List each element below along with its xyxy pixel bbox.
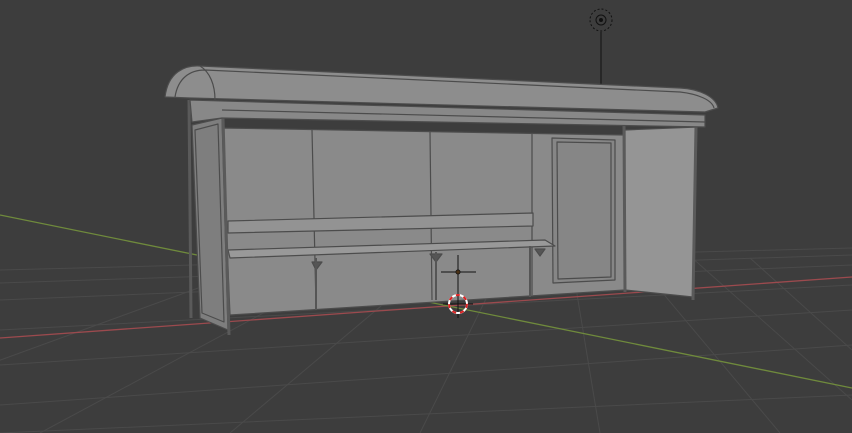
3d-viewport[interactable]	[0, 0, 852, 433]
door-panel	[551, 137, 616, 284]
bus-shelter-model[interactable]	[164, 65, 719, 336]
viewport-canvas[interactable]	[0, 0, 852, 433]
light-object-icon[interactable]	[589, 8, 613, 90]
right-side-wall	[624, 126, 698, 298]
